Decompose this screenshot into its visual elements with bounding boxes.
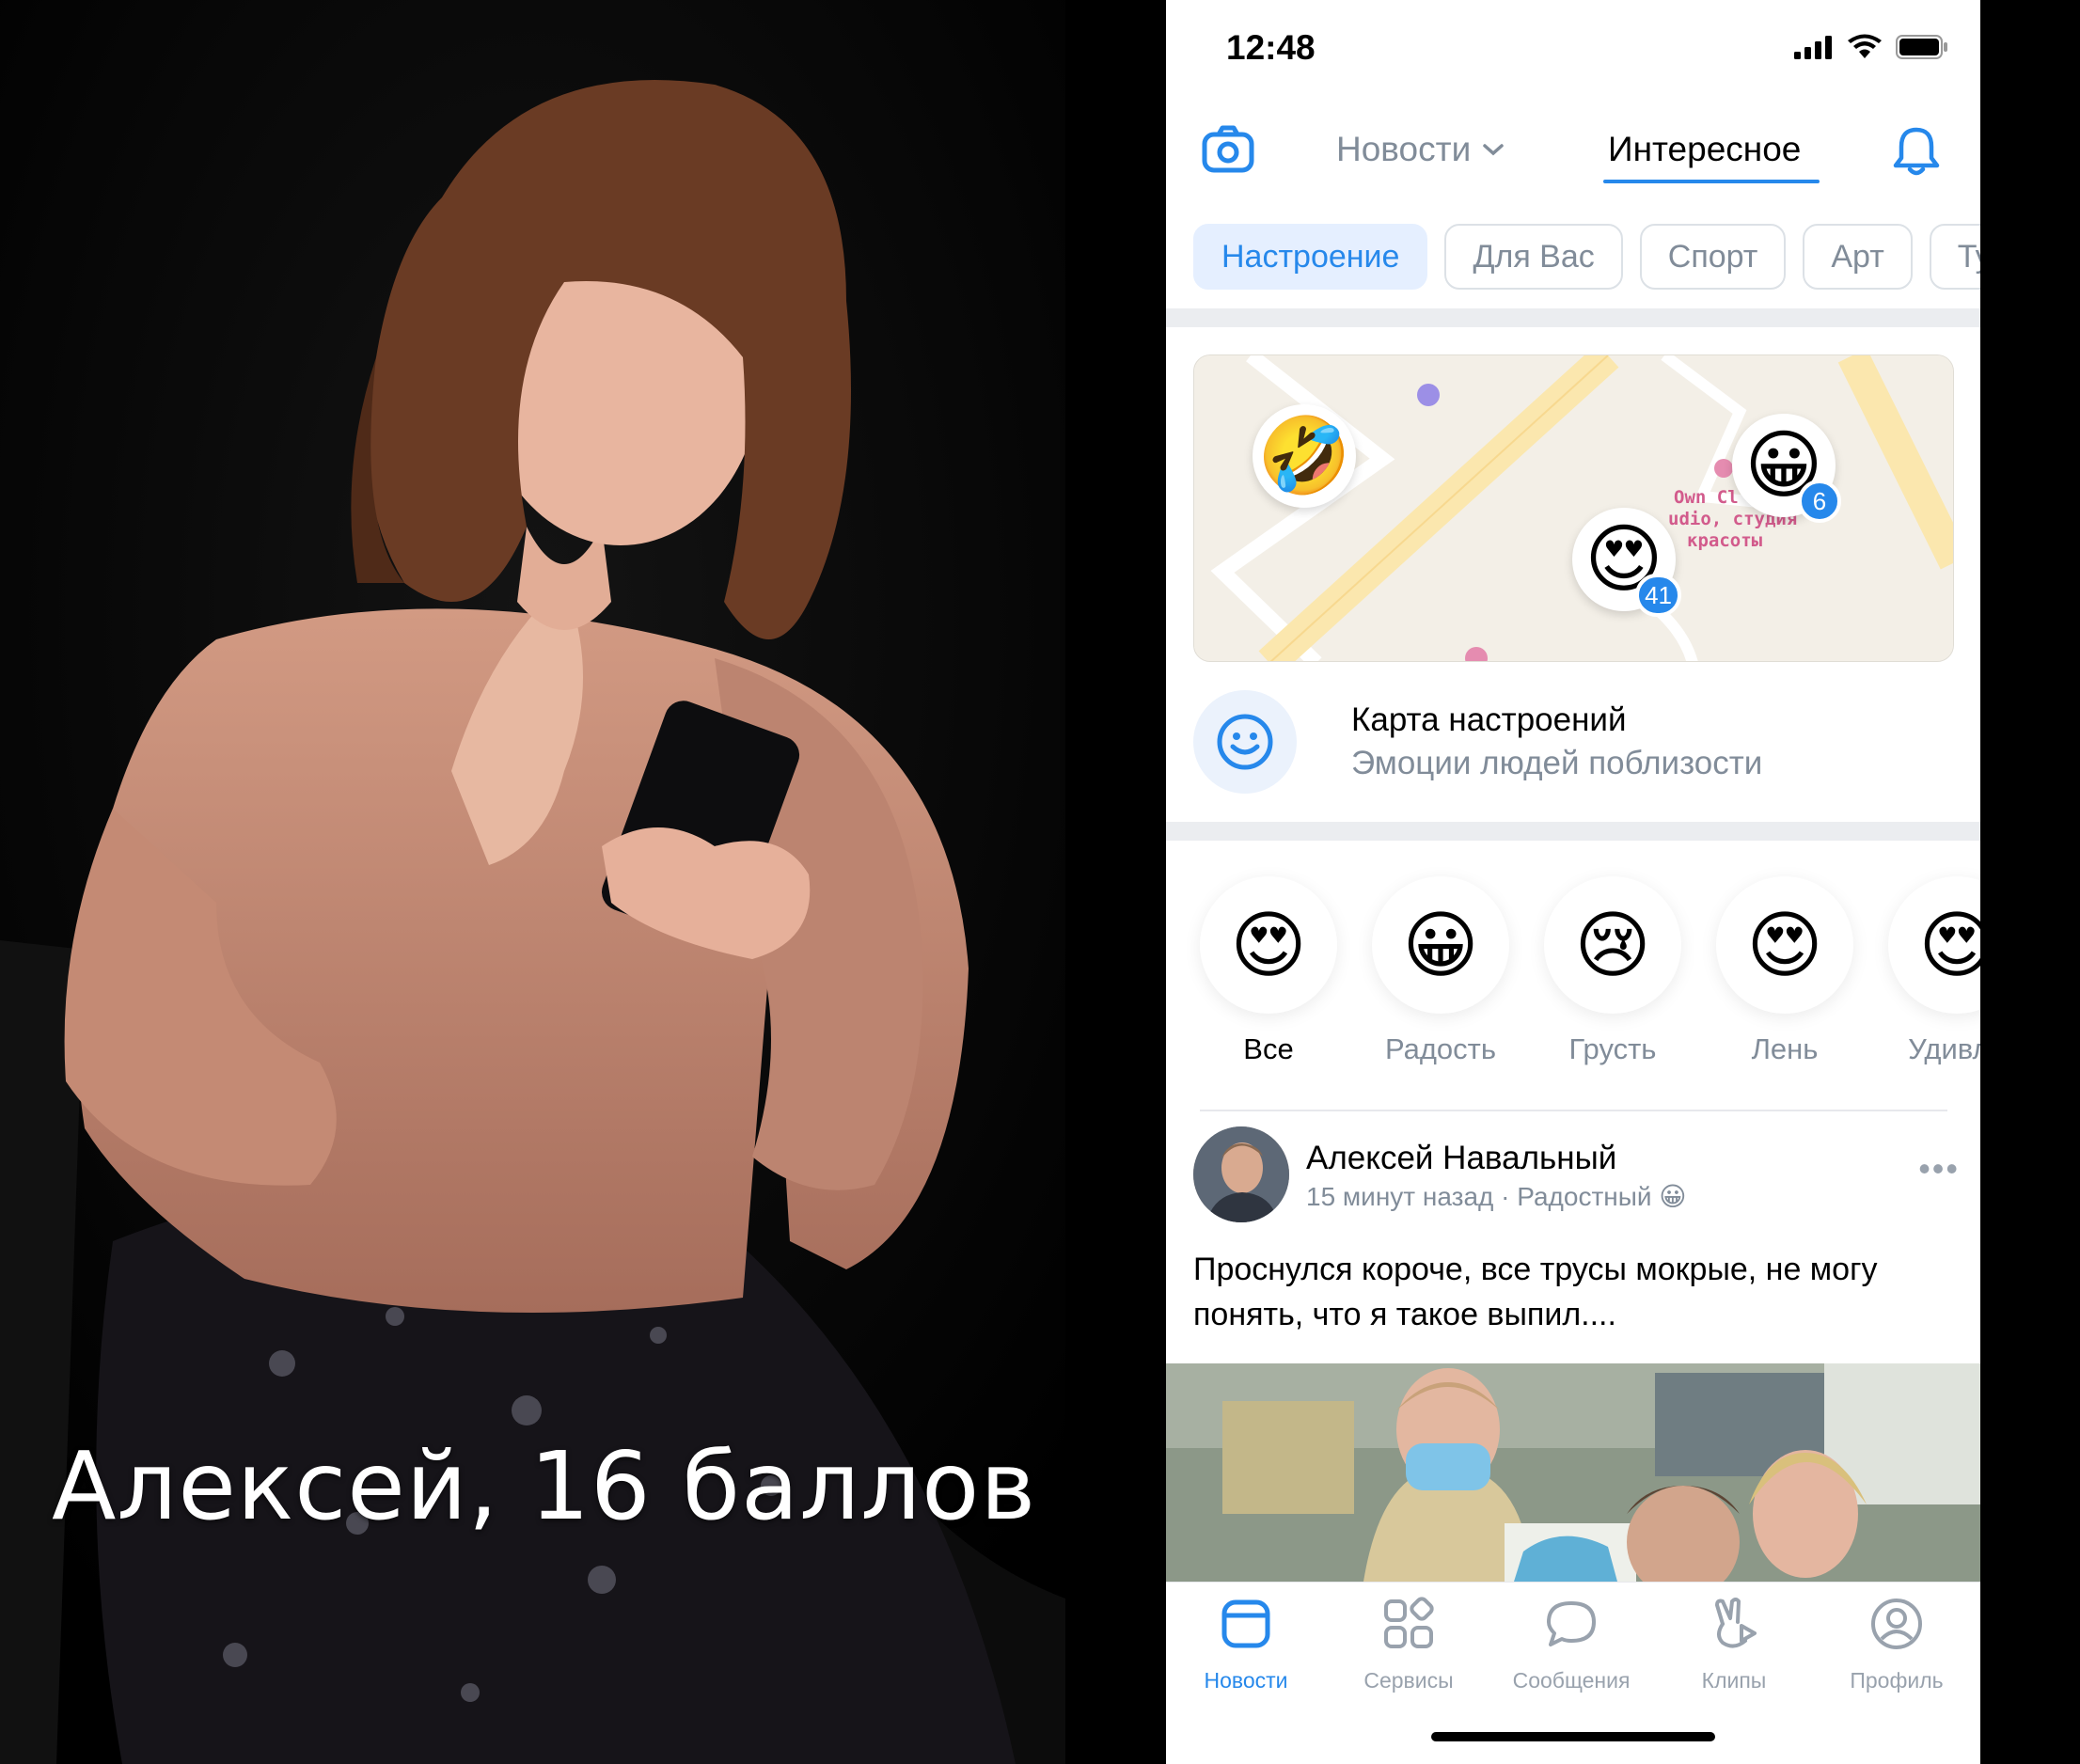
post-photo[interactable]: [1166, 1363, 1980, 1582]
profile-icon: [1871, 1599, 1922, 1649]
mood-filter-sadness[interactable]: 😢 Грусть: [1544, 876, 1681, 1066]
tab-bar-messages[interactable]: Сообщения: [1491, 1596, 1651, 1693]
tab-bar-label: Сообщения: [1512, 1668, 1631, 1693]
map-mood-marker[interactable]: 😍 41: [1572, 508, 1681, 617]
status-bar: 12:48: [1166, 0, 1980, 94]
section-separator: [1166, 308, 1980, 327]
emoji-icon: 😍: [1716, 876, 1853, 1014]
post-header: Алексей Навальный 15 минут назад · Радос…: [1193, 1126, 1964, 1224]
chip-mood[interactable]: Настроение: [1193, 224, 1428, 290]
category-chips: Настроение Для Вас Спорт Арт Ту: [1193, 224, 1980, 290]
emoji-icon: 😍: [1200, 876, 1337, 1014]
mood-filter-label: Удивле: [1908, 1032, 1980, 1065]
clips-icon: [1715, 1598, 1757, 1648]
mood-filter-laziness[interactable]: 😍 Лень: [1716, 876, 1853, 1066]
poi-label-line: красоты: [1687, 530, 1763, 551]
emoji-icon: 😀: [1372, 876, 1509, 1014]
battery-icon: [1896, 35, 1947, 59]
tab-news[interactable]: Новости: [1336, 130, 1505, 169]
video-caption: Алексей, 16 баллов: [52, 1431, 1037, 1541]
smile-icon: [1193, 690, 1297, 794]
mood-filter-label: Лень: [1751, 1032, 1819, 1065]
mood-map[interactable]: Own Cl udio, студия красоты 🤣 😀 6 😍 41: [1193, 354, 1954, 662]
mood-map-title: Карта настроений: [1351, 701, 1627, 738]
divider: [1200, 1110, 1947, 1111]
marker-count-badge: 6: [1798, 480, 1841, 523]
chevron-down-icon: [1483, 144, 1504, 156]
chip-art[interactable]: Арт: [1803, 224, 1913, 290]
tab-interesting[interactable]: Интересное: [1608, 130, 1801, 169]
map-background: [1194, 355, 1953, 661]
mood-map-card[interactable]: Карта настроений Эмоции людей поблизости: [1193, 690, 1964, 794]
active-tab-indicator: [1603, 180, 1820, 183]
messages-icon: [1547, 1601, 1596, 1646]
post-text: Проснулся короче, все трусы мокрые, не м…: [1193, 1252, 1878, 1332]
map-mood-marker[interactable]: 🤣: [1253, 404, 1356, 508]
chip-travel[interactable]: Ту: [1929, 224, 1980, 290]
video-frame: Алексей, 16 баллов: [0, 0, 1065, 1764]
mood-filter-list: 😍 Все 😀 Радость 😢 Грусть 😍 Лень 😍 Удивле: [1200, 876, 1980, 1074]
mood-filter-all[interactable]: 😍 Все: [1200, 876, 1337, 1066]
tab-bar-label: Новости: [1204, 1668, 1288, 1693]
mood-filter-surprise[interactable]: 😍 Удивле: [1888, 876, 1980, 1066]
mood-filter-joy[interactable]: 😀 Радость: [1372, 876, 1509, 1066]
emoji-icon: 😍: [1888, 876, 1980, 1014]
tab-bar-profile[interactable]: Профиль: [1817, 1596, 1977, 1693]
news-icon: [1221, 1599, 1270, 1648]
section-separator: [1166, 822, 1980, 841]
tab-bar-clips[interactable]: Клипы: [1654, 1596, 1814, 1693]
tab-bar-news[interactable]: Новости: [1166, 1596, 1326, 1693]
chip-for-you[interactable]: Для Вас: [1444, 224, 1623, 290]
services-icon: [1384, 1597, 1434, 1648]
mood-map-subtitle: Эмоции людей поблизости: [1351, 745, 1763, 781]
home-indicator[interactable]: [1431, 1732, 1715, 1741]
top-navigation: Новости Интересное: [1166, 111, 1980, 201]
mood-filter-label: Грусть: [1568, 1032, 1657, 1065]
post-author[interactable]: Алексей Навальный: [1306, 1140, 1616, 1177]
post-meta: 15 минут назад · Радостный 😀: [1306, 1182, 1687, 1211]
chip-sport[interactable]: Спорт: [1639, 224, 1787, 290]
mood-filter-label: Все: [1243, 1032, 1294, 1065]
tab-news-label: Новости: [1336, 130, 1472, 168]
emoji-icon: 🤣: [1257, 414, 1351, 497]
mood-filter-label: Радость: [1384, 1032, 1497, 1065]
more-options-icon[interactable]: •••: [1918, 1149, 1960, 1189]
bell-icon[interactable]: [1890, 124, 1943, 177]
map-mood-marker[interactable]: 😀 6: [1732, 414, 1841, 523]
tab-bar-label: Клипы: [1701, 1668, 1767, 1693]
emoji-icon: 😢: [1544, 876, 1681, 1014]
cellular-signal-icon: [1794, 36, 1832, 59]
wifi-icon: [1848, 34, 1882, 58]
tab-bar-label: Сервисы: [1363, 1668, 1454, 1693]
tab-bar-services[interactable]: Сервисы: [1329, 1596, 1489, 1693]
tab-bar-label: Профиль: [1850, 1668, 1944, 1693]
status-time: 12:48: [1226, 28, 1316, 67]
marker-count-badge: 41: [1635, 574, 1681, 617]
avatar[interactable]: [1193, 1126, 1289, 1222]
phone-screen: 12:48 Новости Интересное Настроение Для …: [1166, 0, 1980, 1764]
camera-icon[interactable]: [1200, 122, 1256, 179]
